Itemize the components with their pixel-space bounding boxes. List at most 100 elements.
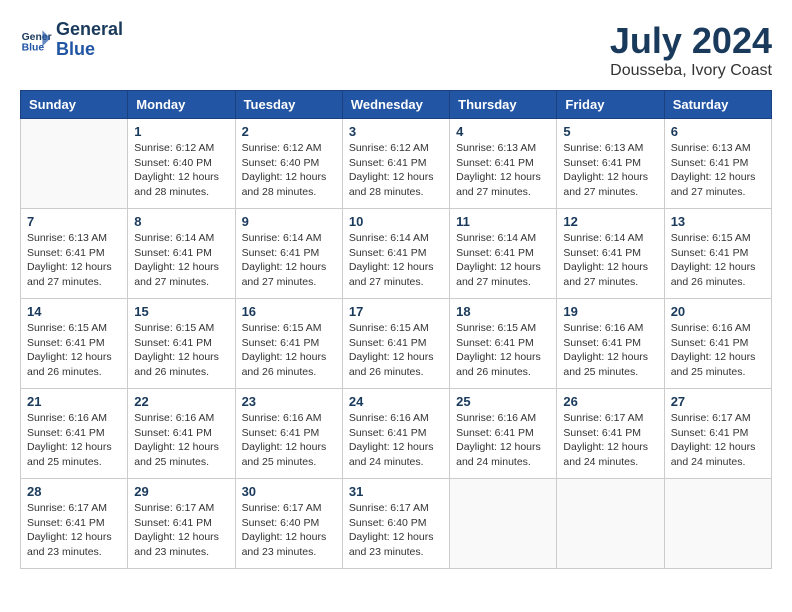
day-info: Sunrise: 6:16 AMSunset: 6:41 PMDaylight:… bbox=[563, 321, 657, 380]
weekday-header-row: SundayMondayTuesdayWednesdayThursdayFrid… bbox=[21, 91, 772, 119]
day-info: Sunrise: 6:14 AMSunset: 6:41 PMDaylight:… bbox=[349, 231, 443, 290]
day-number: 21 bbox=[27, 394, 121, 409]
day-number: 15 bbox=[134, 304, 228, 319]
day-info: Sunrise: 6:17 AMSunset: 6:40 PMDaylight:… bbox=[242, 501, 336, 560]
title-area: July 2024 Dousseba, Ivory Coast bbox=[610, 20, 772, 80]
day-cell: 17 Sunrise: 6:15 AMSunset: 6:41 PMDayligh… bbox=[342, 299, 449, 389]
day-number: 8 bbox=[134, 214, 228, 229]
weekday-header-wednesday: Wednesday bbox=[342, 91, 449, 119]
day-number: 26 bbox=[563, 394, 657, 409]
day-number: 22 bbox=[134, 394, 228, 409]
logo: General Blue General Blue bbox=[20, 20, 123, 60]
day-number: 14 bbox=[27, 304, 121, 319]
week-row-5: 28 Sunrise: 6:17 AMSunset: 6:41 PMDayligh… bbox=[21, 479, 772, 569]
location: Dousseba, Ivory Coast bbox=[610, 62, 772, 80]
day-info: Sunrise: 6:16 AMSunset: 6:41 PMDaylight:… bbox=[134, 411, 228, 470]
day-number: 24 bbox=[349, 394, 443, 409]
day-cell: 28Sunrise: 6:17 AMSunset: 6:41 PMDayligh… bbox=[21, 479, 128, 569]
weekday-header-friday: Friday bbox=[557, 91, 664, 119]
svg-text:Blue: Blue bbox=[22, 42, 45, 53]
logo-blue: Blue bbox=[56, 40, 123, 60]
day-cell: 1Sunrise: 6:12 AMSunset: 6:40 PMDaylight… bbox=[128, 119, 235, 209]
weekday-header-tuesday: Tuesday bbox=[235, 91, 342, 119]
day-cell bbox=[450, 479, 557, 569]
day-info: Sunrise: 6:15 AMSunset: 6:41 PMDaylight:… bbox=[349, 321, 443, 380]
weekday-header-saturday: Saturday bbox=[664, 91, 771, 119]
day-number: 13 bbox=[671, 214, 765, 229]
day-number: 3 bbox=[349, 124, 443, 139]
day-cell: 8 Sunrise: 6:14 AMSunset: 6:41 PMDaylight… bbox=[128, 209, 235, 299]
day-number: 17 bbox=[349, 304, 443, 319]
day-cell: 15 Sunrise: 6:15 AMSunset: 6:41 PMDayligh… bbox=[128, 299, 235, 389]
day-cell: 2Sunrise: 6:12 AMSunset: 6:40 PMDaylight… bbox=[235, 119, 342, 209]
day-number: 18 bbox=[456, 304, 550, 319]
day-number: 31 bbox=[349, 484, 443, 499]
day-number: 27 bbox=[671, 394, 765, 409]
day-info: Sunrise: 6:15 AMSunset: 6:41 PMDaylight:… bbox=[456, 321, 550, 380]
day-info: Sunrise: 6:14 AMSunset: 6:41 PMDaylight:… bbox=[563, 231, 657, 290]
day-cell: 21 Sunrise: 6:16 AMSunset: 6:41 PMDayligh… bbox=[21, 389, 128, 479]
day-info: Sunrise: 6:16 AMSunset: 6:41 PMDaylight:… bbox=[27, 411, 121, 470]
day-cell: 31 Sunrise: 6:17 AMSunset: 6:40 PMDayligh… bbox=[342, 479, 449, 569]
day-info: Sunrise: 6:15 AMSunset: 6:41 PMDaylight:… bbox=[134, 321, 228, 380]
header: General Blue General Blue July 2024 Dous… bbox=[20, 20, 772, 80]
day-cell: 29 Sunrise: 6:17 AMSunset: 6:41 PMDayligh… bbox=[128, 479, 235, 569]
day-info: Sunrise: 6:12 AMSunset: 6:40 PMDaylight:… bbox=[242, 141, 336, 200]
day-cell: 30Sunrise: 6:17 AMSunset: 6:40 PMDayligh… bbox=[235, 479, 342, 569]
week-row-1: 1 Sunrise: 6:12 AMSunset: 6:40 PMDaylight… bbox=[21, 119, 772, 209]
day-cell: 16 Sunrise: 6:15 AMSunset: 6:41 PMDayligh… bbox=[235, 299, 342, 389]
day-info: Sunrise: 6:13 AMSunset: 6:41 PMDaylight:… bbox=[456, 141, 550, 200]
day-number: 11 bbox=[456, 214, 550, 229]
day-cell: 7 Sunrise: 6:13 AMSunset: 6:41 PMDaylight… bbox=[21, 209, 128, 299]
day-cell: 6 Sunrise: 6:13 AMSunset: 6:41 PMDaylight… bbox=[664, 119, 771, 209]
day-number: 6 bbox=[671, 124, 765, 139]
day-info: Sunrise: 6:17 AMSunset: 6:41 PMDaylight:… bbox=[671, 411, 765, 470]
day-number: 28 bbox=[27, 484, 121, 499]
day-number: 16 bbox=[242, 304, 336, 319]
day-number: 5 bbox=[563, 124, 657, 139]
day-info: Sunrise: 6:17 AMSunset: 6:40 PMDaylight:… bbox=[349, 501, 443, 560]
day-info: Sunrise: 6:16 AMSunset: 6:41 PMDaylight:… bbox=[349, 411, 443, 470]
day-cell: 13 Sunrise: 6:15 AMSunset: 6:41 PMDayligh… bbox=[664, 209, 771, 299]
day-info: Sunrise: 6:16 AMSunset: 6:41 PMDaylight:… bbox=[456, 411, 550, 470]
day-info: Sunrise: 6:15 AMSunset: 6:41 PMDaylight:… bbox=[27, 321, 121, 380]
day-info: Sunrise: 6:12 AMSunset: 6:41 PMDaylight:… bbox=[349, 141, 443, 200]
day-cell: 3 Sunrise: 6:12 AMSunset: 6:41 PMDaylight… bbox=[342, 119, 449, 209]
day-info: Sunrise: 6:17 AMSunset: 6:41 PMDaylight:… bbox=[563, 411, 657, 470]
day-info: Sunrise: 6:13 AMSunset: 6:41 PMDaylight:… bbox=[671, 141, 765, 200]
day-info: Sunrise: 6:14 AMSunset: 6:41 PMDaylight:… bbox=[456, 231, 550, 290]
day-cell: 12Sunrise: 6:14 AMSunset: 6:41 PMDayligh… bbox=[557, 209, 664, 299]
month-year: July 2024 bbox=[610, 20, 772, 62]
day-number: 9 bbox=[242, 214, 336, 229]
day-cell: 5 Sunrise: 6:13 AMSunset: 6:41 PMDaylight… bbox=[557, 119, 664, 209]
day-info: Sunrise: 6:14 AMSunset: 6:41 PMDaylight:… bbox=[242, 231, 336, 290]
weekday-header-sunday: Sunday bbox=[21, 91, 128, 119]
day-number: 20 bbox=[671, 304, 765, 319]
day-info: Sunrise: 6:17 AMSunset: 6:41 PMDaylight:… bbox=[134, 501, 228, 560]
day-info: Sunrise: 6:15 AMSunset: 6:41 PMDaylight:… bbox=[242, 321, 336, 380]
week-row-4: 21 Sunrise: 6:16 AMSunset: 6:41 PMDayligh… bbox=[21, 389, 772, 479]
day-info: Sunrise: 6:16 AMSunset: 6:41 PMDaylight:… bbox=[671, 321, 765, 380]
weekday-header-monday: Monday bbox=[128, 91, 235, 119]
day-cell: 19Sunrise: 6:16 AMSunset: 6:41 PMDayligh… bbox=[557, 299, 664, 389]
logo-general: General bbox=[56, 20, 123, 40]
day-cell: 27 Sunrise: 6:17 AMSunset: 6:41 PMDayligh… bbox=[664, 389, 771, 479]
week-row-2: 7 Sunrise: 6:13 AMSunset: 6:41 PMDaylight… bbox=[21, 209, 772, 299]
day-cell: 11 Sunrise: 6:14 AMSunset: 6:41 PMDayligh… bbox=[450, 209, 557, 299]
day-info: Sunrise: 6:13 AMSunset: 6:41 PMDaylight:… bbox=[563, 141, 657, 200]
day-number: 1 bbox=[134, 124, 228, 139]
day-number: 25 bbox=[456, 394, 550, 409]
day-number: 29 bbox=[134, 484, 228, 499]
calendar: SundayMondayTuesdayWednesdayThursdayFrid… bbox=[20, 90, 772, 569]
day-info: Sunrise: 6:14 AMSunset: 6:41 PMDaylight:… bbox=[134, 231, 228, 290]
day-cell: 4Sunrise: 6:13 AMSunset: 6:41 PMDaylight… bbox=[450, 119, 557, 209]
day-info: Sunrise: 6:15 AMSunset: 6:41 PMDaylight:… bbox=[671, 231, 765, 290]
day-number: 7 bbox=[27, 214, 121, 229]
day-cell: 20 Sunrise: 6:16 AMSunset: 6:41 PMDayligh… bbox=[664, 299, 771, 389]
day-info: Sunrise: 6:13 AMSunset: 6:41 PMDaylight:… bbox=[27, 231, 121, 290]
week-row-3: 14 Sunrise: 6:15 AMSunset: 6:41 PMDayligh… bbox=[21, 299, 772, 389]
day-info: Sunrise: 6:16 AMSunset: 6:41 PMDaylight:… bbox=[242, 411, 336, 470]
day-cell: 24 Sunrise: 6:16 AMSunset: 6:41 PMDayligh… bbox=[342, 389, 449, 479]
day-number: 10 bbox=[349, 214, 443, 229]
day-cell bbox=[664, 479, 771, 569]
